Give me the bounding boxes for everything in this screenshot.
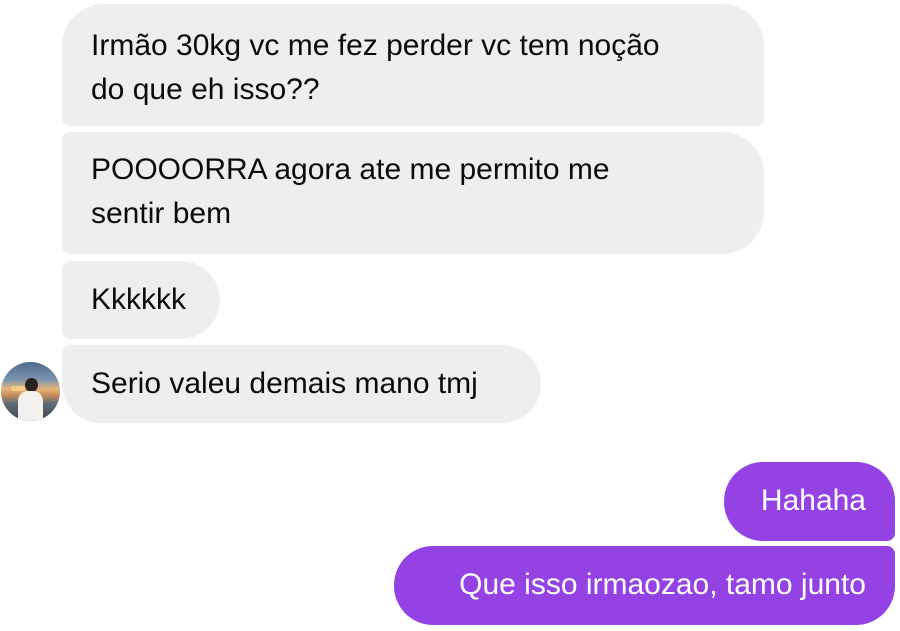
avatar-head — [25, 378, 38, 392]
avatar-sunset — [11, 386, 25, 391]
message-text: Serio valeu demais mano tmj — [91, 367, 478, 400]
message-text: sentir bem — [91, 197, 232, 230]
message-text: Hahaha — [760, 484, 866, 517]
sent-message: Hahaha — [724, 462, 895, 541]
message-text: Kkkkkk — [91, 283, 187, 316]
received-message: POOOORRA agora ate me permito me sentir … — [62, 132, 764, 254]
sent-message: Que isso irmaozao, tamo junto — [394, 546, 895, 625]
received-message: Serio valeu demais mano tmj — [62, 345, 541, 423]
received-message: Kkkkkk — [62, 261, 220, 339]
message-text: do que eh isso?? — [91, 73, 320, 106]
message-text: POOOORRA agora ate me permito me — [91, 153, 610, 186]
message-text: Que isso irmaozao, tamo junto — [459, 568, 866, 601]
received-message: Irmão 30kg vc me fez perder vc tem noção… — [62, 4, 764, 126]
message-text: Irmão 30kg vc me fez perder vc tem noção — [91, 29, 660, 62]
sender-avatar[interactable] — [1, 362, 60, 421]
avatar-torso — [18, 391, 43, 421]
